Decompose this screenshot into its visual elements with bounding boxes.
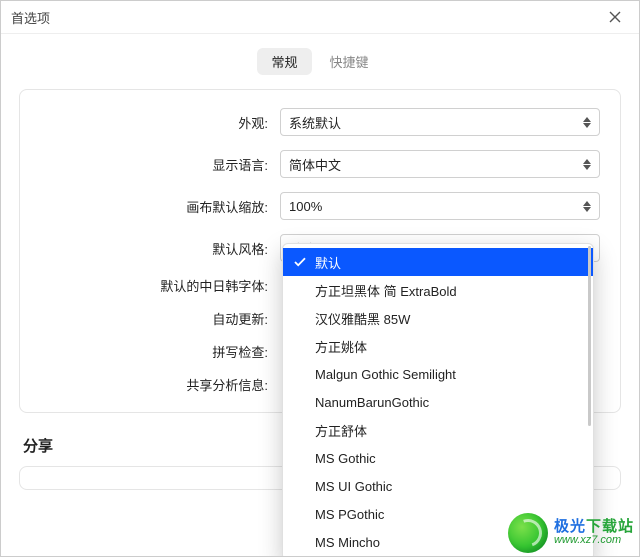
close-icon: [609, 11, 621, 23]
dropdown-item[interactable]: 方正姚体: [283, 332, 593, 360]
tabs: 常规 快捷键: [1, 34, 639, 85]
dropdown-item[interactable]: 汉仪雅酷黑 85W: [283, 304, 593, 332]
row-appearance: 外观: 系统默认: [30, 108, 600, 136]
content-area: 外观: 系统默认 显示语言: 简体中文: [1, 85, 639, 556]
dropdown-item-label: NanumBarunGothic: [315, 395, 429, 410]
dropdown-item-label: 方正姚体: [315, 337, 367, 356]
select-value: 100%: [289, 199, 322, 214]
caret-icon: [583, 201, 591, 212]
label-spell-check: 拼写检查:: [30, 342, 280, 361]
dropdown-item-label: MS UI Gothic: [315, 479, 392, 494]
dropdown-item-label: MS Mincho: [315, 535, 380, 550]
row-default-zoom: 画布默认缩放: 100%: [30, 192, 600, 220]
dropdown-item[interactable]: MS UI Gothic: [283, 472, 593, 500]
check-icon: [293, 256, 307, 268]
label-cjk-font: 默认的中日韩字体:: [30, 276, 280, 295]
dropdown-item[interactable]: 方正坦黑体 简 ExtraBold: [283, 276, 593, 304]
dropdown-item-label: Malgun Gothic Semilight: [315, 367, 456, 382]
label-appearance: 外观:: [30, 113, 280, 132]
select-default-zoom[interactable]: 100%: [280, 192, 600, 220]
dropdown-item[interactable]: 方正舒体: [283, 416, 593, 444]
dropdown-item[interactable]: NanumBarunGothic: [283, 388, 593, 416]
row-language: 显示语言: 简体中文: [30, 150, 600, 178]
tab-shortcuts[interactable]: 快捷键: [316, 48, 383, 75]
dropdown-item-label: 默认: [315, 253, 341, 272]
select-value: 简体中文: [289, 155, 341, 174]
dropdown-item[interactable]: 默认: [283, 248, 593, 276]
dropdown-item[interactable]: MS Gothic: [283, 444, 593, 472]
dropdown-item-label: 方正舒体: [315, 421, 367, 440]
dropdown-item-label: 汉仪雅酷黑 85W: [315, 309, 410, 328]
dropdown-item[interactable]: MS PGothic: [283, 500, 593, 528]
tab-general[interactable]: 常规: [257, 48, 311, 75]
close-button[interactable]: [601, 7, 629, 27]
label-share-analytics: 共享分析信息:: [30, 375, 280, 394]
label-default-zoom: 画布默认缩放:: [30, 197, 280, 216]
label-language: 显示语言:: [30, 155, 280, 174]
label-auto-update: 自动更新:: [30, 309, 280, 328]
titlebar: 首选项: [1, 1, 639, 34]
select-language[interactable]: 简体中文: [280, 150, 600, 178]
preferences-window: 首选项 常规 快捷键 外观: 系统默认 显示语言:: [0, 0, 640, 557]
window-title: 首选项: [11, 8, 50, 27]
dropdown-item-label: MS Gothic: [315, 451, 376, 466]
caret-icon: [583, 159, 591, 170]
dropdown-scrollbar[interactable]: [588, 246, 591, 426]
dropdown-item[interactable]: Malgun Gothic Semilight: [283, 360, 593, 388]
label-default-style: 默认风格:: [30, 239, 280, 258]
dropdown-item-label: 方正坦黑体 简 ExtraBold: [315, 281, 457, 300]
select-appearance[interactable]: 系统默认: [280, 108, 600, 136]
dropdown-item-label: MS PGothic: [315, 507, 384, 522]
dropdown-item[interactable]: MS Mincho: [283, 528, 593, 556]
style-dropdown: 默认方正坦黑体 简 ExtraBold 汉仪雅酷黑 85W 方正姚体 Malgun G…: [282, 243, 594, 556]
caret-icon: [583, 117, 591, 128]
select-value: 系统默认: [289, 113, 341, 132]
